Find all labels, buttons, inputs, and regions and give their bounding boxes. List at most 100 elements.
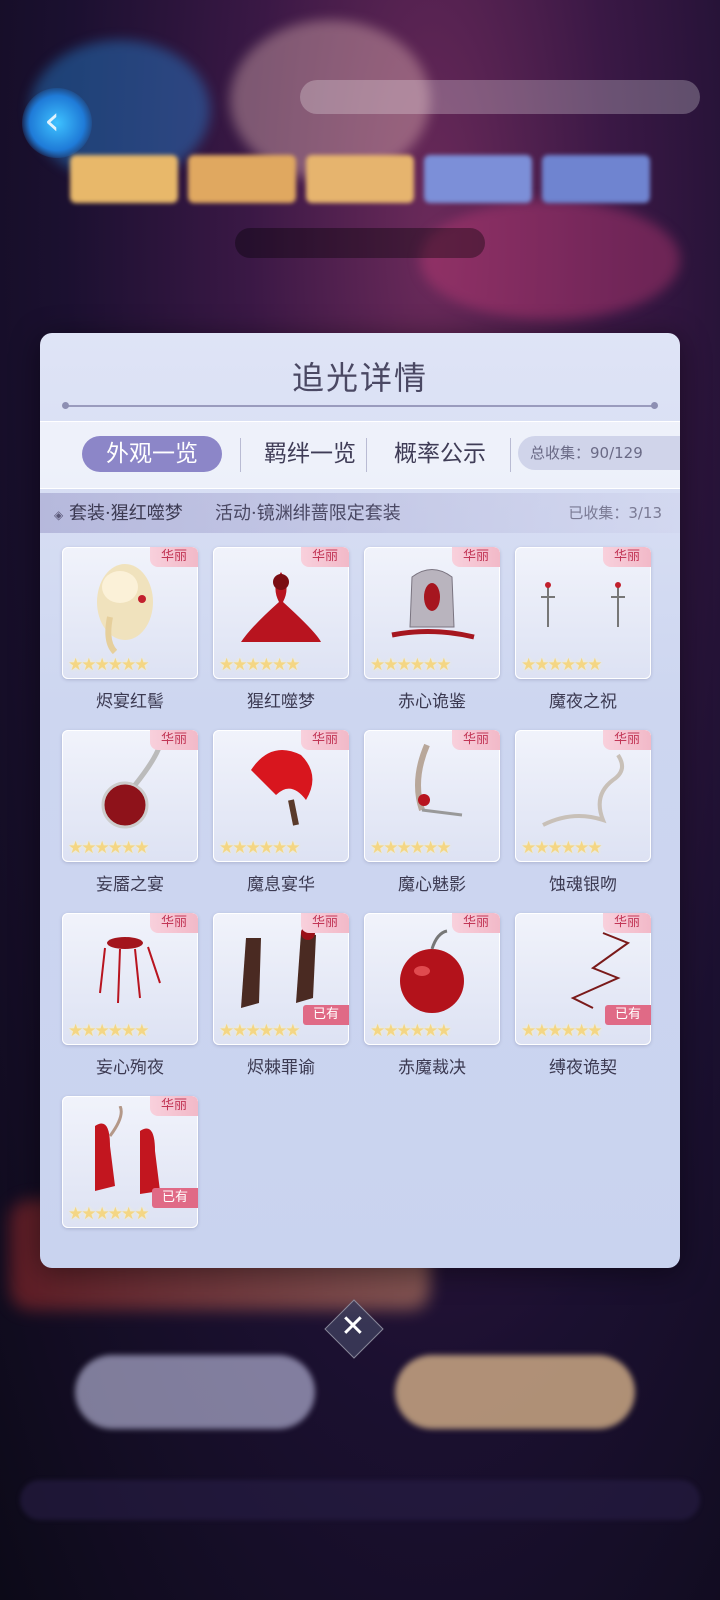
item-name: 妄心殉夜 (96, 1058, 164, 1078)
owned-badge: 已有 (605, 1005, 651, 1025)
item-card[interactable]: 华丽 已有 ★★★★★★ 烬棘罪谕 (213, 913, 349, 1088)
item-thumbnail: 华丽 ★★★★★★ (62, 730, 198, 862)
close-icon[interactable]: ✕ (333, 1305, 373, 1349)
tab-probability[interactable]: 概率公示 (370, 436, 510, 472)
star-rating: ★★★★★★ (68, 1021, 149, 1041)
apple-art (400, 929, 464, 1013)
set-collected: 已收集：3/13 (568, 504, 662, 522)
item-name: 魔心魅影 (398, 875, 466, 895)
ornament-art (415, 743, 463, 817)
dialog-title: 追光详情 (291, 359, 428, 397)
rarity-tag: 华丽 (603, 730, 651, 750)
total-collected: 总收集：90/129 (518, 436, 680, 470)
star-rating: ★★★★★★ (521, 655, 602, 675)
tab-appearance[interactable]: 外观一览 (82, 436, 222, 472)
star-rating: ★★★★★★ (219, 838, 300, 858)
set-name-text: 套装·猩红噬梦 (68, 503, 183, 524)
star-rating: ★★★★★★ (521, 1021, 602, 1041)
rarity-tag: 华丽 (150, 913, 198, 933)
item-thumbnail: 华丽 ★★★★★★ (213, 730, 349, 862)
item-name: 蚀魂银吻 (549, 875, 617, 895)
owned-badge: 已有 (303, 1005, 349, 1025)
item-card[interactable]: 华丽 ★★★★★★ 妄心殉夜 (62, 913, 198, 1088)
item-card[interactable]: 华丽 ★★★★★★ 魔息宴华 (213, 730, 349, 905)
item-thumbnail: 华丽 ★★★★★★ (62, 913, 198, 1045)
silver-chain-art (542, 753, 624, 827)
item-card[interactable]: 华丽 ★★★★★★ 蚀魂银吻 (515, 730, 651, 905)
star-rating: ★★★★★★ (219, 1021, 300, 1041)
item-thumbnail: 华丽 ★★★★★★ (515, 547, 651, 679)
item-name: 魔息宴华 (247, 875, 315, 895)
item-name: 缚夜诡契 (549, 1058, 617, 1078)
rarity-tag: 华丽 (603, 913, 651, 933)
item-card[interactable]: 华丽 ★★★★★★ 妄靥之宴 (62, 730, 198, 905)
set-name: ◈ 套装·猩红噬梦 (54, 499, 183, 525)
set-header: ◈ 套装·猩红噬梦 活动·镜渊绯蔷限定套装 已收集：3/13 (40, 493, 680, 533)
feather-art (251, 750, 313, 826)
tab-separator (366, 438, 367, 472)
rarity-tag: 华丽 (603, 547, 651, 567)
item-card[interactable]: 华丽 已有 ★★★★★★ 缚夜诡契 (515, 913, 651, 1088)
rarity-tag: 华丽 (150, 1096, 198, 1116)
item-thumbnail: 华丽 ★★★★★★ (62, 547, 198, 679)
diamond-icon: ◈ (54, 508, 64, 522)
item-thumbnail: 华丽 ★★★★★★ (364, 913, 500, 1045)
draw-once-button (75, 1355, 315, 1429)
item-card[interactable]: 华丽 ★★★★★★ 猩红噬梦 (213, 547, 349, 722)
star-rating: ★★★★★★ (68, 1204, 149, 1224)
hair-ornament-art (97, 564, 153, 655)
item-name: 赤心诡鉴 (398, 692, 466, 712)
item-thumbnail: 华丽 ★★★★★★ (364, 730, 500, 862)
details-dialog: 追光详情 外观一览 羁绊一览 概率公示 总收集：90/129 ◈ 套装·猩红噬梦… (40, 333, 680, 1268)
star-rating: ★★★★★★ (219, 655, 300, 675)
item-card[interactable]: 华丽 已有 ★★★★★★ (62, 1096, 198, 1268)
background-glow (420, 200, 680, 320)
rarity-tag: 华丽 (150, 730, 198, 750)
tab-bar: 外观一览 羁绊一览 概率公示 总收集：90/129 (40, 421, 680, 489)
back-arrow-icon: ‹ (44, 98, 60, 144)
item-thumbnail: 华丽 已有 ★★★★★★ (213, 913, 349, 1045)
item-thumbnail: 华丽 ★★★★★★ (515, 730, 651, 862)
item-card[interactable]: 华丽 ★★★★★★ 魔夜之祝 (515, 547, 651, 722)
item-name: 妄靥之宴 (96, 875, 164, 895)
currency-bar (300, 80, 700, 114)
item-thumbnail: 华丽 ★★★★★★ (364, 547, 500, 679)
star-rating: ★★★★★★ (370, 1021, 451, 1041)
owned-badge: 已有 (152, 1188, 198, 1208)
gown-art (241, 572, 321, 642)
banner-tabs (70, 155, 650, 203)
throne-art (391, 569, 475, 640)
candelabra-art (541, 582, 625, 627)
item-name: 猩红噬梦 (247, 692, 315, 712)
tab-separator (510, 438, 511, 472)
item-card[interactable]: 华丽 ★★★★★★ 赤魔裁决 (364, 913, 500, 1088)
item-thumbnail: 华丽 ★★★★★★ (213, 547, 349, 679)
notice-strip (20, 1480, 700, 1520)
rarity-tag: 华丽 (301, 730, 349, 750)
item-card[interactable]: 华丽 ★★★★★★ 赤心诡鉴 (364, 547, 500, 722)
event-timer (235, 228, 485, 258)
rarity-tag: 华丽 (452, 913, 500, 933)
rarity-tag: 华丽 (150, 547, 198, 567)
draw-ten-button (395, 1355, 635, 1429)
tab-bond[interactable]: 羁绊一览 (240, 436, 380, 472)
star-rating: ★★★★★★ (370, 838, 451, 858)
item-thumbnail: 华丽 已有 ★★★★★★ (62, 1096, 198, 1228)
item-name: 魔夜之祝 (549, 692, 617, 712)
rarity-tag: 华丽 (452, 730, 500, 750)
star-rating: ★★★★★★ (370, 655, 451, 675)
rarity-tag: 华丽 (452, 547, 500, 567)
title-divider (62, 402, 658, 409)
item-thumbnail: 华丽 已有 ★★★★★★ (515, 913, 651, 1045)
set-description: 活动·镜渊绯蔷限定套装 (215, 503, 401, 524)
item-name: 烬棘罪谕 (247, 1058, 315, 1078)
star-rating: ★★★★★★ (68, 838, 149, 858)
star-rating: ★★★★★★ (68, 655, 149, 675)
back-button[interactable]: ‹ (22, 88, 92, 158)
item-name: 烬宴红髻 (96, 692, 164, 712)
item-card[interactable]: 华丽 ★★★★★★ 魔心魅影 (364, 730, 500, 905)
item-card[interactable]: 华丽 ★★★★★★ 烬宴红髻 (62, 547, 198, 722)
vase-art (101, 744, 163, 829)
star-rating: ★★★★★★ (521, 838, 602, 858)
necklace-art (99, 937, 161, 1004)
